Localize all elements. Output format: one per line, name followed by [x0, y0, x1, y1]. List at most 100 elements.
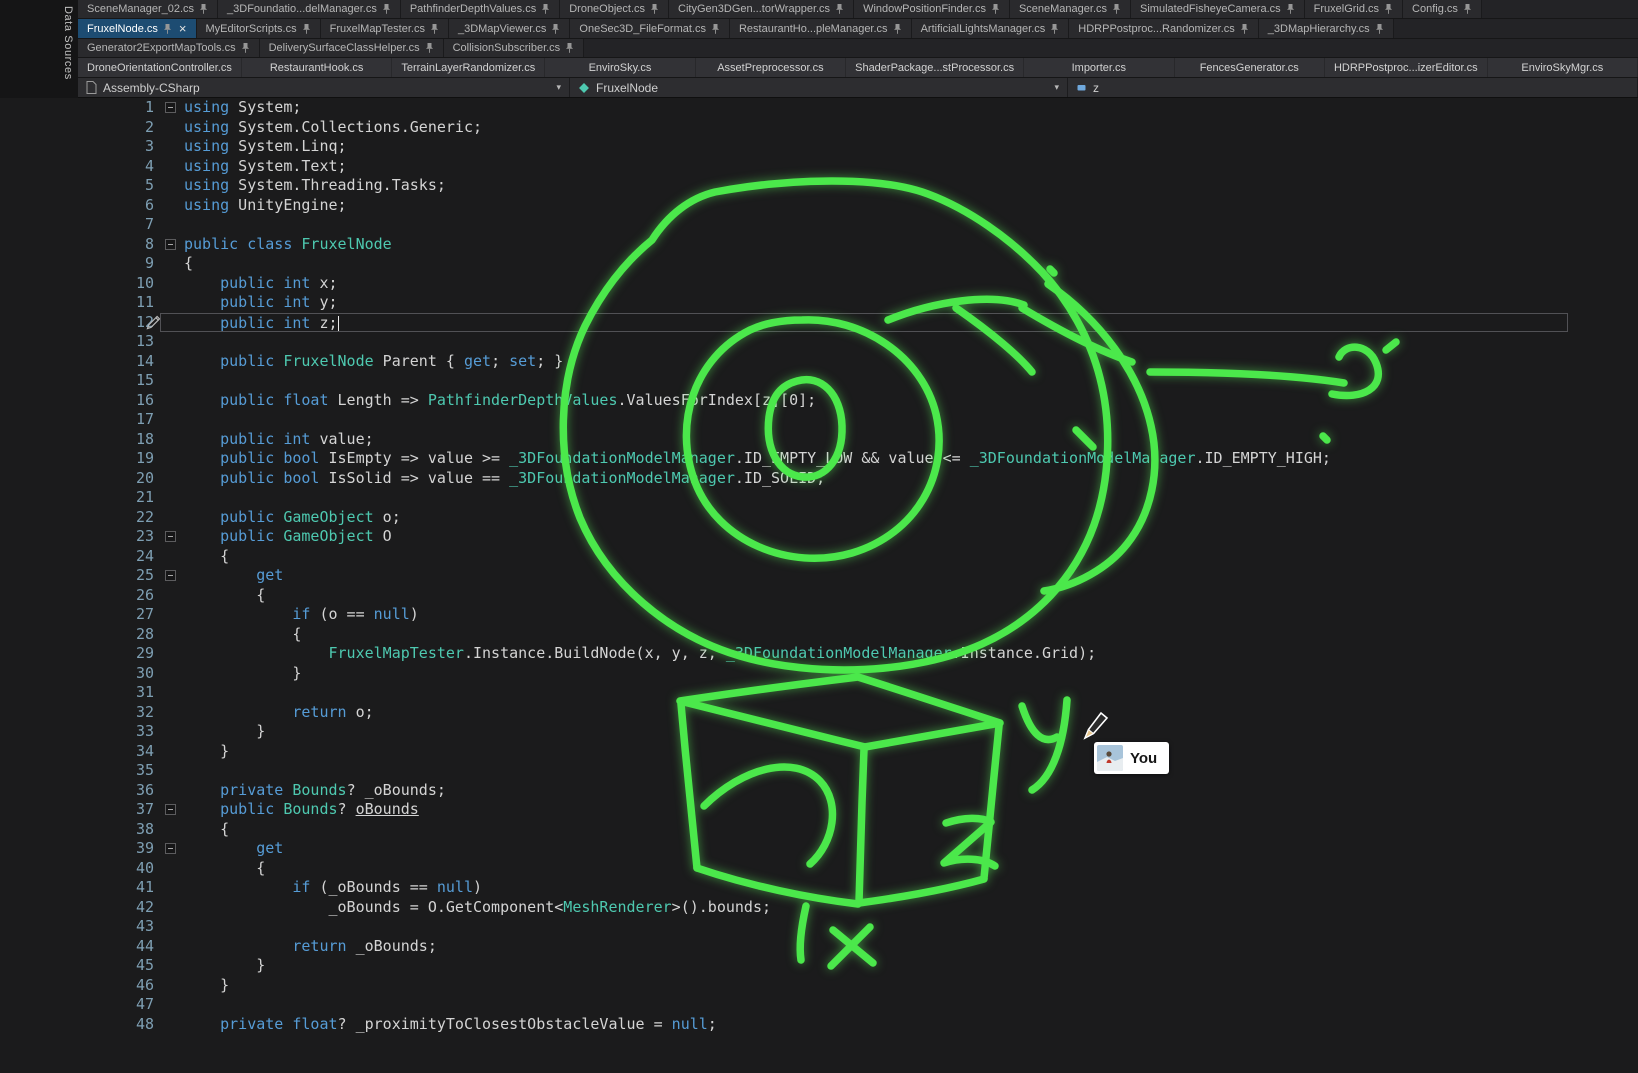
code-line-5[interactable]: 5using System.Threading.Tasks;	[0, 176, 1638, 196]
code-line-32[interactable]: 32 return o;	[0, 703, 1638, 723]
pin-icon[interactable]	[893, 23, 902, 35]
code-line-22[interactable]: 22 public GameObject o;	[0, 508, 1638, 528]
code-line-27[interactable]: 27 if (o == null)	[0, 605, 1638, 625]
code-line-45[interactable]: 45 }	[0, 956, 1638, 976]
pin-icon[interactable]	[1240, 23, 1249, 35]
code-line-29[interactable]: 29 FruxelMapTester.Instance.BuildNode(x,…	[0, 644, 1638, 664]
pin-icon[interactable]	[835, 3, 844, 15]
tab-fencesgenerator-cs[interactable]: FencesGenerator.cs	[1175, 58, 1325, 77]
code-line-35[interactable]: 35	[0, 761, 1638, 781]
code-line-6[interactable]: 6using UnityEngine;	[0, 196, 1638, 216]
code-line-2[interactable]: 2using System.Collections.Generic;	[0, 118, 1638, 138]
code-line-7[interactable]: 7	[0, 215, 1638, 235]
code-line-34[interactable]: 34 }	[0, 742, 1638, 762]
tab-simulatedfisheyecamera-cs[interactable]: SimulatedFisheyeCamera.cs	[1131, 0, 1305, 18]
line-number[interactable]: 48	[0, 1015, 156, 1035]
tab-config-cs[interactable]: Config.cs	[1403, 0, 1482, 18]
line-number[interactable]: 17	[0, 410, 156, 430]
tab-hdrppostproc-izereditor-cs[interactable]: HDRPPostproc...izerEditor.cs	[1325, 58, 1488, 77]
tab-onesec3d-fileformat-cs[interactable]: OneSec3D_FileFormat.cs	[570, 19, 730, 38]
code-line-9[interactable]: 9{	[0, 254, 1638, 274]
line-number[interactable]: 25	[0, 566, 156, 586]
tab-restaurantho-plemanager-cs[interactable]: RestaurantHo...pleManager.cs	[730, 19, 912, 38]
code-line-30[interactable]: 30 }	[0, 664, 1638, 684]
pin-icon[interactable]	[1286, 3, 1295, 15]
line-number[interactable]: 13	[0, 332, 156, 352]
member-dropdown[interactable]: z	[1068, 78, 1638, 97]
line-number[interactable]: 44	[0, 937, 156, 957]
code-line-11[interactable]: 11 public int y;	[0, 293, 1638, 313]
code-line-16[interactable]: 16 public float Length => PathfinderDept…	[0, 391, 1638, 411]
line-number[interactable]: 21	[0, 488, 156, 508]
line-number[interactable]: 42	[0, 898, 156, 918]
code-line-14[interactable]: 14 public FruxelNode Parent { get; set; …	[0, 352, 1638, 372]
code-line-43[interactable]: 43	[0, 917, 1638, 937]
line-number[interactable]: 43	[0, 917, 156, 937]
line-number[interactable]: 3	[0, 137, 156, 157]
code-line-44[interactable]: 44 return _oBounds;	[0, 937, 1638, 957]
line-number[interactable]: 41	[0, 878, 156, 898]
code-line-1[interactable]: 1using System;	[0, 98, 1638, 118]
tab-3dmapviewer-cs[interactable]: _3DMapViewer.cs	[449, 19, 570, 38]
line-number[interactable]: 39	[0, 839, 156, 859]
line-number[interactable]: 33	[0, 722, 156, 742]
line-number[interactable]: 30	[0, 664, 156, 684]
code-line-17[interactable]: 17	[0, 410, 1638, 430]
code-line-4[interactable]: 4using System.Text;	[0, 157, 1638, 177]
fold-collapse-icon[interactable]	[165, 531, 176, 542]
line-number[interactable]: 18	[0, 430, 156, 450]
tab-artificiallightsmanager-cs[interactable]: ArtificialLightsManager.cs	[912, 19, 1070, 38]
code-line-15[interactable]: 15	[0, 371, 1638, 391]
line-number[interactable]: 2	[0, 118, 156, 138]
code-line-39[interactable]: 39 get	[0, 839, 1638, 859]
tab-fruxelnode-cs[interactable]: FruxelNode.cs×	[78, 19, 197, 38]
line-number[interactable]: 46	[0, 976, 156, 996]
tab-fruxelgrid-cs[interactable]: FruxelGrid.cs	[1305, 0, 1403, 18]
code-line-10[interactable]: 10 public int x;	[0, 274, 1638, 294]
pin-icon[interactable]	[1384, 3, 1393, 15]
line-number[interactable]: 8	[0, 235, 156, 255]
line-number[interactable]: 15	[0, 371, 156, 391]
line-number[interactable]: 12	[0, 313, 156, 333]
line-number[interactable]: 35	[0, 761, 156, 781]
pin-icon[interactable]	[302, 23, 311, 35]
line-number[interactable]: 36	[0, 781, 156, 801]
pin-icon[interactable]	[199, 3, 208, 15]
pin-icon[interactable]	[430, 23, 439, 35]
tab-citygen3dgen-torwrapper-cs[interactable]: CityGen3DGen...torWrapper.cs	[669, 0, 854, 18]
line-number[interactable]: 14	[0, 352, 156, 372]
project-dropdown[interactable]: Assembly-CSharp ▾	[78, 78, 570, 97]
tab-myeditorscripts-cs[interactable]: MyEditorScripts.cs	[197, 19, 321, 38]
code-line-3[interactable]: 3using System.Linq;	[0, 137, 1638, 157]
pin-icon[interactable]	[425, 42, 434, 54]
fold-collapse-icon[interactable]	[165, 570, 176, 581]
line-number[interactable]: 45	[0, 956, 156, 976]
tab-fruxelmaptester-cs[interactable]: FruxelMapTester.cs	[321, 19, 449, 38]
line-number[interactable]: 40	[0, 859, 156, 879]
line-number[interactable]: 31	[0, 683, 156, 703]
line-number[interactable]: 4	[0, 157, 156, 177]
code-line-48[interactable]: 48 private float? _proximityToClosestObs…	[0, 1015, 1638, 1035]
fold-collapse-icon[interactable]	[165, 102, 176, 113]
pin-icon[interactable]	[991, 3, 1000, 15]
code-line-19[interactable]: 19 public bool IsEmpty => value >= _3DFo…	[0, 449, 1638, 469]
code-line-36[interactable]: 36 private Bounds? _oBounds;	[0, 781, 1638, 801]
tab-collisionsubscriber-cs[interactable]: CollisionSubscriber.cs	[444, 39, 585, 57]
line-number[interactable]: 19	[0, 449, 156, 469]
tab-scenemanager-cs[interactable]: SceneManager.cs	[1010, 0, 1131, 18]
line-number[interactable]: 16	[0, 391, 156, 411]
tab-droneobject-cs[interactable]: DroneObject.cs	[560, 0, 669, 18]
tab-restauranthook-cs[interactable]: RestaurantHook.cs	[242, 58, 392, 77]
pin-icon[interactable]	[1463, 3, 1472, 15]
tab-windowpositionfinder-cs[interactable]: WindowPositionFinder.cs	[854, 0, 1010, 18]
tab-hdrppostproc-randomizer-cs[interactable]: HDRPPostproc...Randomizer.cs	[1069, 19, 1259, 38]
line-number[interactable]: 32	[0, 703, 156, 723]
line-number[interactable]: 6	[0, 196, 156, 216]
line-number[interactable]: 47	[0, 995, 156, 1015]
fold-collapse-icon[interactable]	[165, 843, 176, 854]
tab-scenemanager-02-cs[interactable]: SceneManager_02.cs	[78, 0, 218, 18]
tab-droneorientationcontroller-cs[interactable]: DroneOrientationController.cs	[78, 58, 242, 77]
pin-icon[interactable]	[711, 23, 720, 35]
line-number[interactable]: 5	[0, 176, 156, 196]
code-line-46[interactable]: 46 }	[0, 976, 1638, 996]
